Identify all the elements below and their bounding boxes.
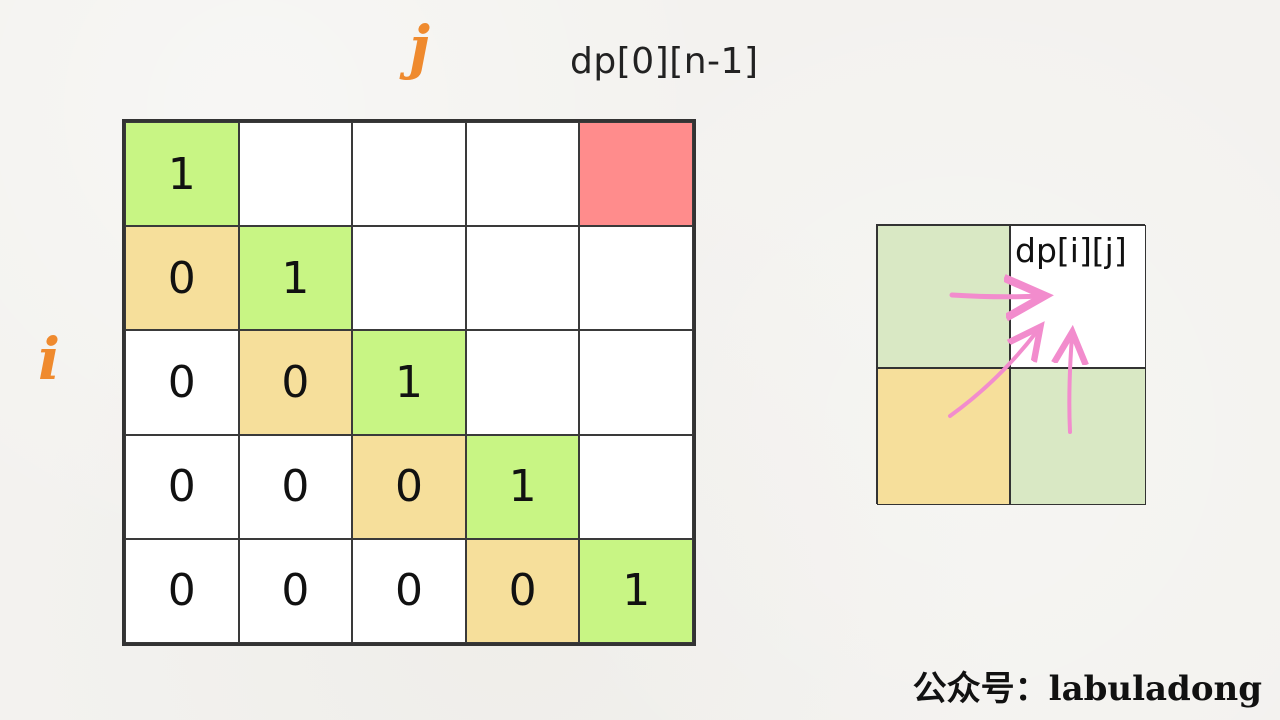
arrow-from-left <box>949 295 1040 297</box>
watermark: 公众号：labuladong <box>912 669 1262 709</box>
transition-arrows <box>948 0 1280 434</box>
arrow-from-diagonal <box>948 330 1038 418</box>
arrow-from-below <box>1069 336 1072 434</box>
